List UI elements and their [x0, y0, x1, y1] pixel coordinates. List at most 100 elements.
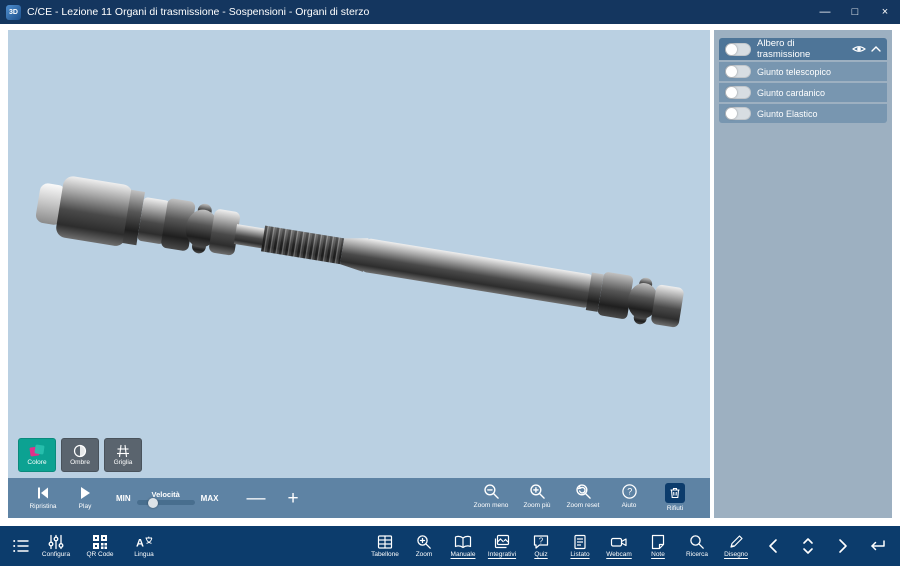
component-row-label: Giunto cardanico	[757, 88, 825, 98]
quiz-label: Quiz	[534, 552, 547, 559]
window-controls: — □ ×	[810, 0, 900, 24]
search-label: Ricerca	[686, 552, 708, 559]
zoom-in-icon	[529, 483, 546, 500]
eye-icon[interactable]	[852, 44, 866, 54]
speed-slider[interactable]	[137, 500, 195, 505]
driveshaft-toggle[interactable]	[725, 43, 751, 56]
minimize-button[interactable]: —	[810, 0, 840, 24]
language-label: Lingua	[134, 552, 154, 559]
window-title: C/CE - Lezione 11 Organi di trasmissione…	[27, 6, 369, 18]
manual-button[interactable]: Manuale	[447, 534, 479, 559]
restart-label: Ripristina	[29, 504, 56, 511]
trash-label: Rifiuti	[667, 506, 683, 513]
zoom-out-icon	[483, 483, 500, 500]
trash-button-box[interactable]	[665, 483, 685, 503]
close-button[interactable]: ×	[870, 0, 900, 24]
qr-code-button[interactable]: QR Code	[84, 534, 116, 559]
supplements-button[interactable]: Integrativi	[486, 534, 518, 559]
listing-button[interactable]: Listato	[564, 534, 596, 559]
language-button[interactable]: A Lingua	[128, 534, 160, 559]
return-button[interactable]	[866, 538, 888, 554]
component-header[interactable]: Albero di trasmissione	[719, 38, 887, 60]
color-button-label: Colore	[27, 460, 46, 467]
toggle-knob	[726, 108, 737, 119]
help-button[interactable]: ? Aiuto	[608, 483, 650, 510]
drawing-label: Disegno	[724, 552, 748, 559]
elastico-toggle[interactable]	[725, 107, 751, 120]
search-icon	[689, 534, 705, 550]
chevron-up-down-icon[interactable]	[802, 537, 814, 555]
speed-decrease-button[interactable]: —	[246, 489, 265, 508]
component-row-label: Giunto telescopico	[757, 67, 831, 77]
return-arrow-icon	[866, 538, 888, 554]
skip-back-icon	[35, 485, 51, 501]
play-button[interactable]: Play	[64, 485, 106, 511]
chevron-left-icon[interactable]	[768, 538, 778, 554]
zoom-in-button[interactable]: Zoom più	[516, 483, 558, 510]
restart-button[interactable]: Ripristina	[22, 485, 64, 511]
zoom-reset-icon	[575, 483, 592, 500]
speed-slider-knob[interactable]	[148, 498, 158, 508]
component-row-label: Giunto Elastico	[757, 109, 818, 119]
menu-list-button[interactable]	[12, 538, 30, 554]
zoom-out-label: Zoom meno	[474, 503, 509, 510]
app-window: 3D C/CE - Lezione 11 Organi di trasmissi…	[0, 0, 900, 572]
play-label: Play	[79, 504, 92, 511]
bulleted-list-icon	[12, 538, 30, 554]
maximize-button[interactable]: □	[840, 0, 870, 24]
zoom-button[interactable]: Zoom	[408, 534, 440, 559]
configure-button[interactable]: Configura	[40, 534, 72, 559]
trash-icon	[669, 487, 681, 499]
notes-button[interactable]: Note	[642, 534, 674, 559]
speed-increase-button[interactable]: +	[287, 489, 298, 508]
toggle-knob	[726, 87, 737, 98]
shadows-button-label: Ombre	[70, 460, 90, 467]
cardanico-toggle[interactable]	[725, 86, 751, 99]
speed-label: Velocità	[151, 491, 179, 499]
zoom-reset-button[interactable]: Zoom reset	[562, 483, 604, 510]
open-book-icon	[454, 534, 472, 550]
webcam-label: Webcam	[606, 552, 632, 559]
board-icon	[377, 534, 393, 550]
chevron-right-icon[interactable]	[838, 538, 848, 554]
header-icons	[852, 44, 881, 54]
help-label: Aiuto	[622, 503, 637, 510]
component-row-cardanico[interactable]: Giunto cardanico	[719, 83, 887, 102]
shadows-button[interactable]: Ombre	[61, 438, 99, 472]
help-icon: ?	[621, 483, 638, 500]
bottom-bar-left-group: Configura QR Code A	[40, 534, 160, 559]
color-button[interactable]: Colore	[18, 438, 56, 472]
telescopico-toggle[interactable]	[725, 65, 751, 78]
note-icon	[650, 534, 666, 550]
svg-text:?: ?	[627, 487, 632, 497]
grid-icon	[116, 444, 130, 458]
title-bar: 3D C/CE - Lezione 11 Organi di trasmissi…	[0, 0, 900, 24]
speed-control: MIN Velocità MAX	[116, 491, 218, 506]
driveshaft-3d-model[interactable]	[8, 30, 710, 478]
3d-viewport[interactable]: Colore Ombre Griglia	[8, 30, 710, 518]
question-bubble-icon: ?	[533, 534, 549, 550]
grid-button-label: Griglia	[114, 460, 133, 467]
zoom-reset-label: Zoom reset	[567, 503, 600, 510]
grid-button[interactable]: Griglia	[104, 438, 142, 472]
component-row-telescopico[interactable]: Giunto telescopico	[719, 62, 887, 81]
sliders-icon	[48, 534, 64, 550]
zoom-out-button[interactable]: Zoom meno	[470, 483, 512, 510]
language-icon: A	[135, 534, 153, 550]
webcam-button[interactable]: Webcam	[603, 534, 635, 559]
quiz-button[interactable]: ? Quiz	[525, 534, 557, 559]
playback-strip: Ripristina Play MIN Velocità MAX —	[8, 478, 710, 518]
svg-text:?: ?	[539, 536, 544, 545]
board-button[interactable]: Tabellone	[369, 534, 401, 559]
listing-label: Listato	[570, 552, 589, 559]
search-button[interactable]: Ricerca	[681, 534, 713, 559]
navigation-chevrons	[768, 537, 848, 555]
speed-min-label: MIN	[116, 494, 131, 503]
bottom-bar: Configura QR Code A	[0, 526, 900, 566]
component-row-elastico[interactable]: Giunto Elastico	[719, 104, 887, 123]
drawing-button[interactable]: Disegno	[720, 534, 752, 559]
chevron-up-icon[interactable]	[871, 46, 881, 52]
trash-button[interactable]: Rifiuti	[654, 483, 696, 513]
speed-max-label: MAX	[201, 494, 219, 503]
toggle-knob	[726, 44, 737, 55]
